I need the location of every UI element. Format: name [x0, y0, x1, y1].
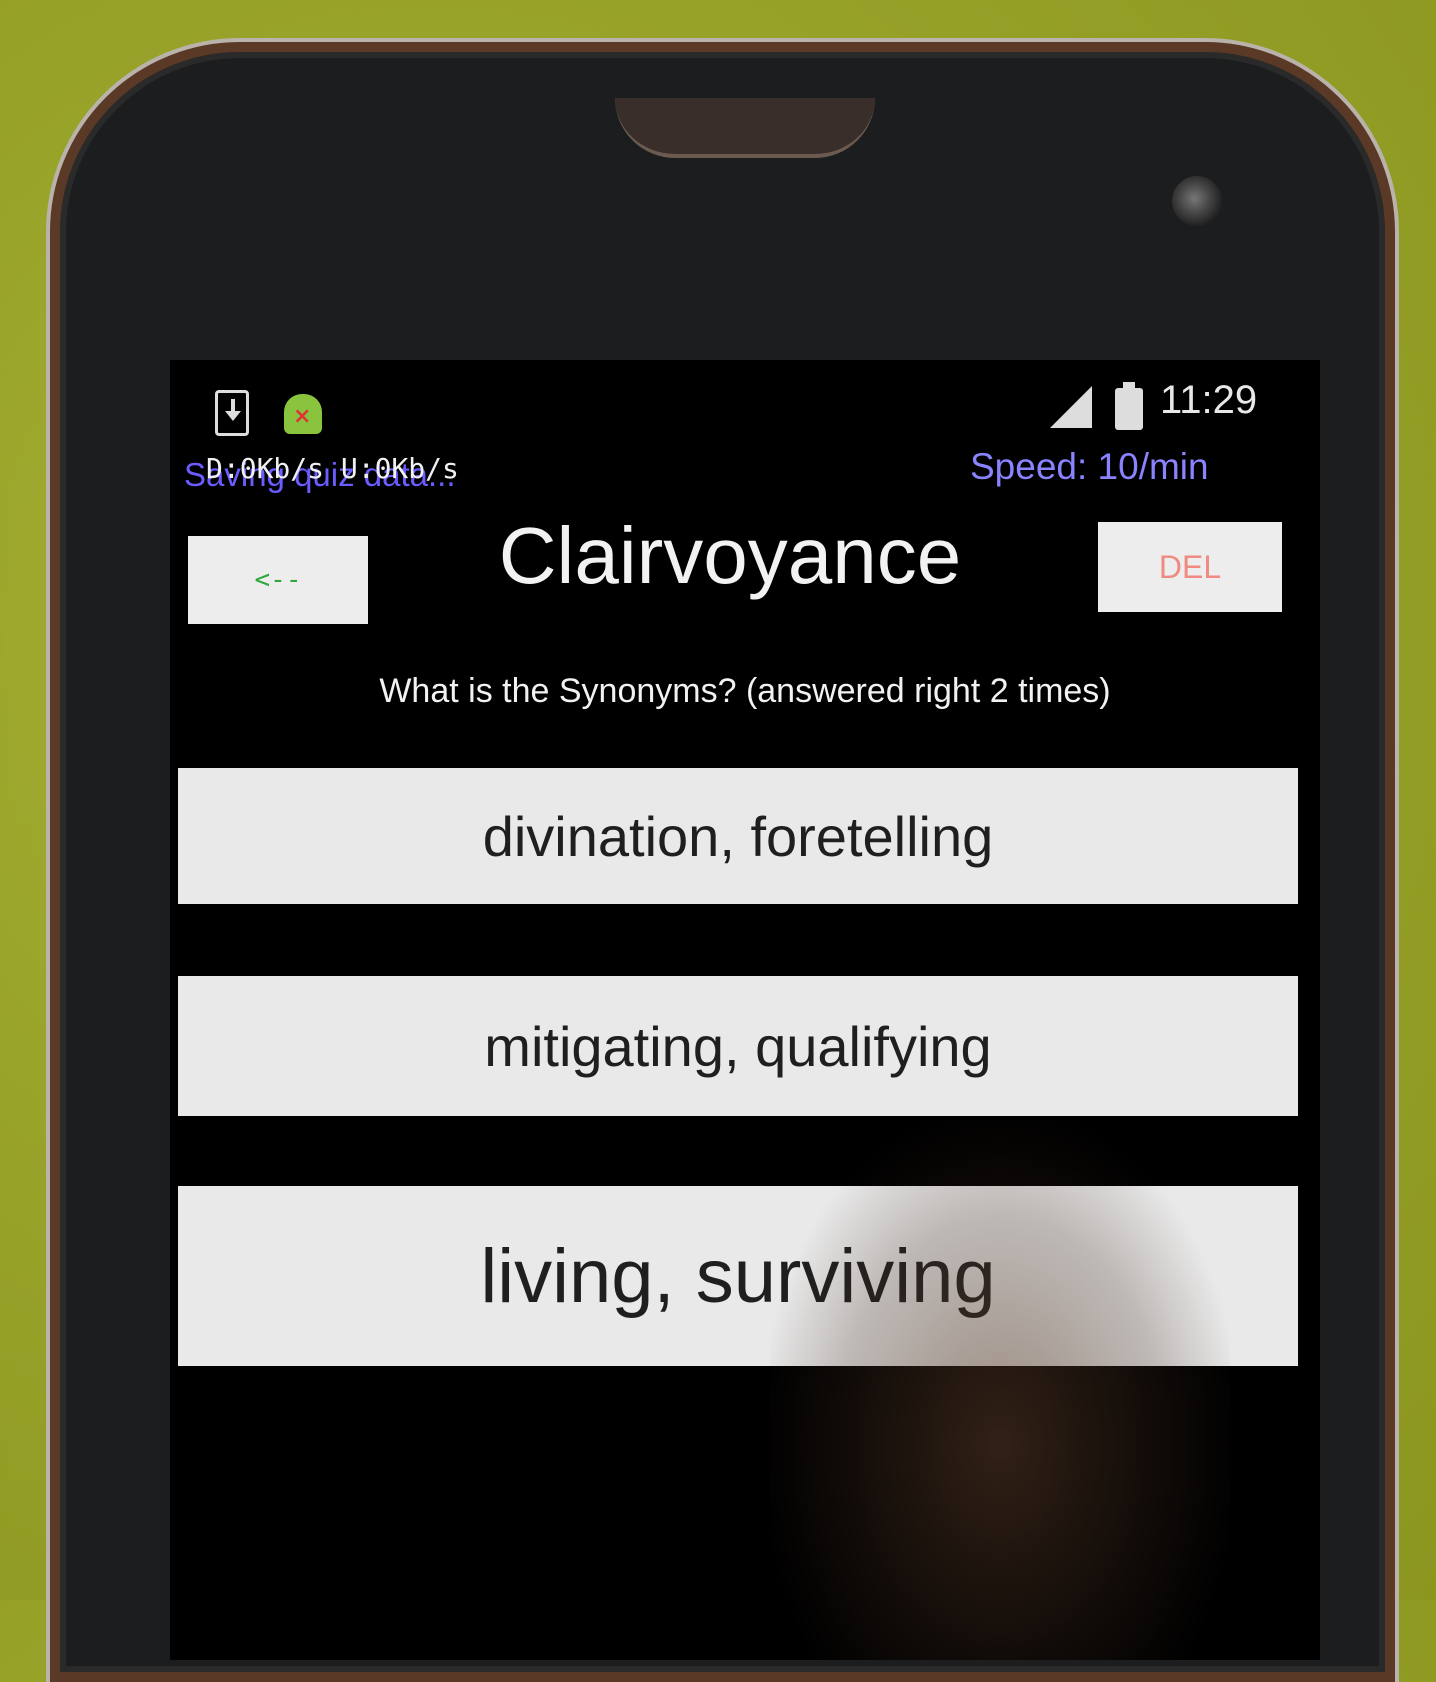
signal-icon [1050, 386, 1092, 428]
answer-option-3[interactable]: living, surviving [178, 1186, 1298, 1366]
app-screen: × 11:29 Saving quiz data... D:0Kb/s U:0K… [170, 360, 1320, 1660]
answer-option-2[interactable]: mitigating, qualifying [178, 976, 1298, 1116]
battery-icon [1115, 382, 1143, 430]
clock: 11:29 [1160, 378, 1258, 422]
front-camera [1172, 176, 1222, 226]
quiz-speed-text: Speed: 10/min [970, 446, 1209, 487]
network-speed-text: D:0Kb/s U:0Kb/s [206, 452, 459, 485]
download-icon [215, 390, 249, 436]
phone-body: × 11:29 Saving quiz data... D:0Kb/s U:0K… [50, 42, 1395, 1682]
earpiece-speaker [615, 98, 875, 158]
android-icon: × [284, 394, 322, 434]
back-button[interactable]: <-- [188, 536, 368, 624]
status-bar: × 11:29 [170, 360, 1320, 460]
delete-button[interactable]: DEL [1098, 522, 1282, 612]
quiz-word: Clairvoyance [498, 511, 962, 600]
question-text: What is the Synonyms? (answered right 2 … [379, 672, 1111, 710]
answer-option-1[interactable]: divination, foretelling [178, 768, 1298, 904]
